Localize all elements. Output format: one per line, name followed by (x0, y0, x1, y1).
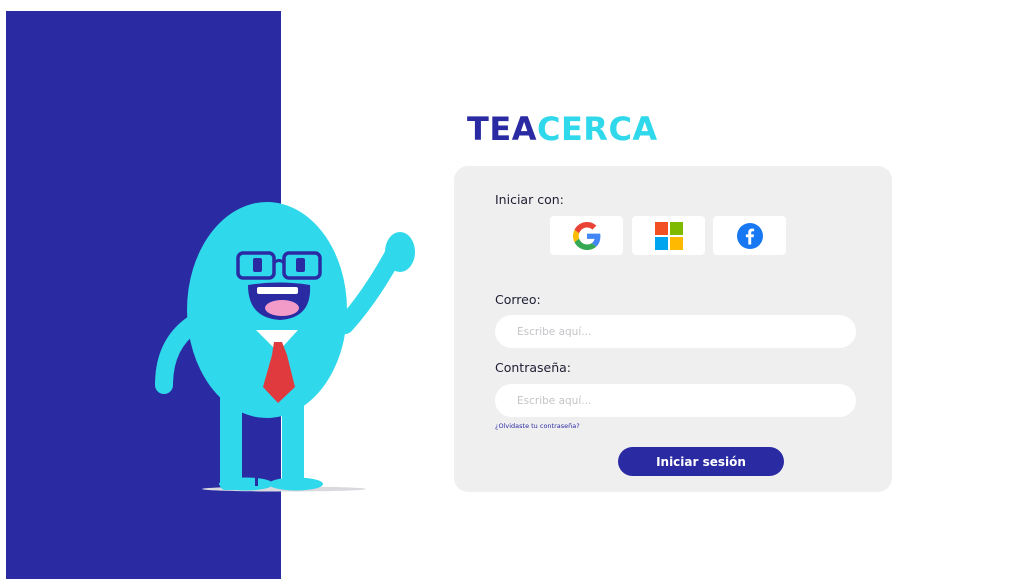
microsoft-icon (654, 221, 683, 250)
logo-part-2: CERCA (536, 110, 658, 148)
app-logo: TEACERCA (467, 110, 658, 148)
mascot-illustration (155, 202, 415, 492)
facebook-icon (736, 222, 763, 249)
email-input[interactable] (495, 315, 856, 348)
password-input[interactable] (495, 384, 856, 417)
social-login-heading: Iniciar con: (495, 192, 564, 207)
google-icon (572, 221, 600, 250)
forgot-password-link[interactable]: ¿Olvidaste tu contraseña? (495, 422, 580, 430)
google-login-button[interactable] (550, 216, 623, 255)
facebook-login-button[interactable] (713, 216, 786, 255)
password-label: Contraseña: (495, 360, 571, 375)
login-button[interactable]: Iniciar sesión (618, 447, 784, 476)
email-label: Correo: (495, 292, 541, 307)
microsoft-login-button[interactable] (632, 216, 705, 255)
login-card: Iniciar con: Correo: Contraseña: ¿Olvida… (454, 166, 892, 492)
logo-part-1: TEA (467, 110, 537, 148)
